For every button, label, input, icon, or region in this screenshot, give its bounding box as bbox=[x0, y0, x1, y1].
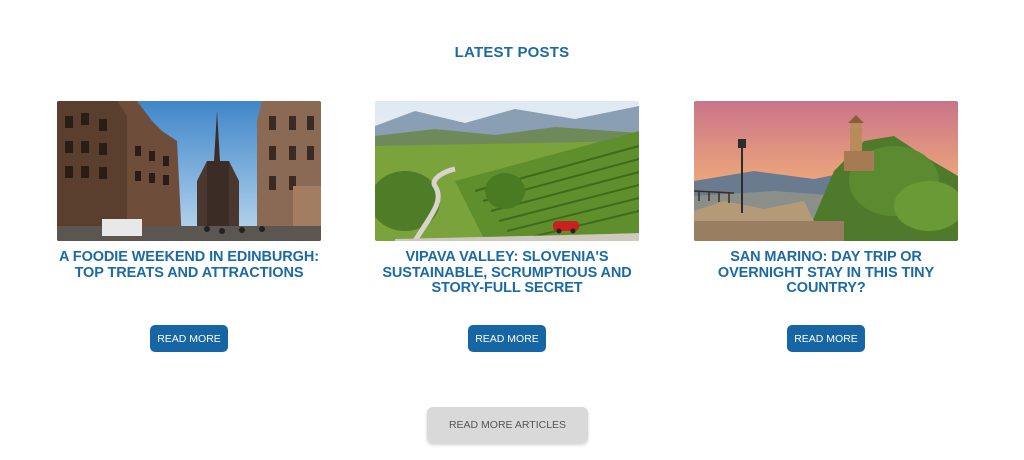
section-title: LATEST POSTS bbox=[454, 44, 570, 61]
read-more-button[interactable]: READ MORE bbox=[150, 325, 228, 352]
post-image-san-marino[interactable] bbox=[694, 101, 958, 241]
read-more-articles-button[interactable]: READ MORE ARTICLES bbox=[427, 407, 588, 443]
post-image-edinburgh[interactable] bbox=[57, 101, 321, 241]
post-image-vipava[interactable] bbox=[375, 101, 639, 241]
post-title[interactable]: A FOODIE WEEKEND IN EDINBURGH: TOP TREAT… bbox=[57, 249, 321, 310]
latest-posts-section: LATEST POSTS A FOODIE WEEKEND IN EDINBUR… bbox=[0, 0, 1024, 460]
post-title[interactable]: VIPAVA VALLEY: SLOVENIA'S SUSTAINABLE, S… bbox=[375, 249, 639, 310]
read-more-button[interactable]: READ MORE bbox=[468, 325, 546, 352]
post-card: A FOODIE WEEKEND IN EDINBURGH: TOP TREAT… bbox=[57, 101, 321, 352]
post-card: VIPAVA VALLEY: SLOVENIA'S SUSTAINABLE, S… bbox=[375, 101, 639, 352]
read-more-button[interactable]: READ MORE bbox=[787, 325, 865, 352]
post-title[interactable]: SAN MARINO: DAY TRIP OR OVERNIGHT STAY I… bbox=[694, 249, 958, 310]
post-card: SAN MARINO: DAY TRIP OR OVERNIGHT STAY I… bbox=[694, 101, 958, 352]
